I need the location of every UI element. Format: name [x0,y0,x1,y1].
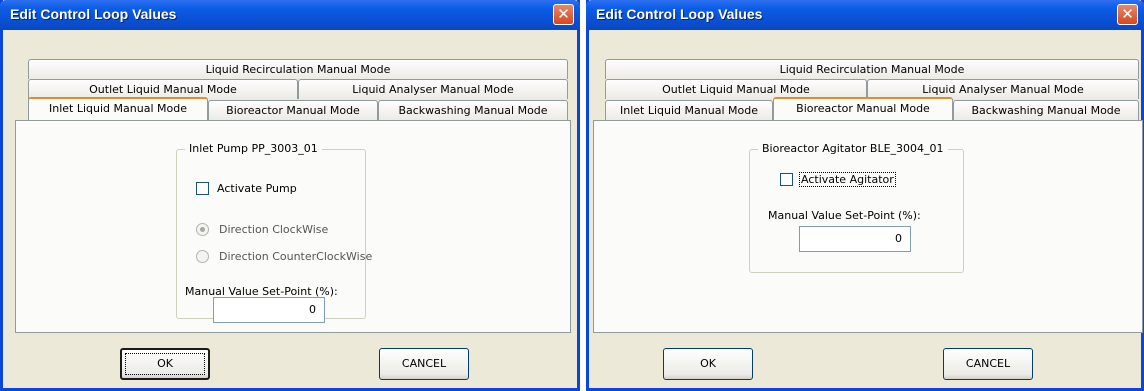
bioreactor-agitator-group: Bioreactor Agitator BLE_3004_01 Activate… [749,142,964,273]
title-bar[interactable]: Edit Control Loop Values ✕ [0,0,580,30]
direction-clockwise-radio[interactable] [196,223,209,236]
tab-backwashing[interactable]: Backwashing Manual Mode [378,100,568,120]
radio-selected-dot [200,227,205,232]
tab-panel: Bioreactor Agitator BLE_3004_01 Activate… [593,120,1143,333]
direction-counterclockwise-label[interactable]: Direction CounterClockWise [219,250,372,263]
tab-bioreactor[interactable]: Bioreactor Manual Mode [773,97,953,120]
title-bar[interactable]: Edit Control Loop Values ✕ [586,0,1144,30]
tab-inlet-liquid[interactable]: Inlet Liquid Manual Mode [28,97,208,120]
tab-outlet-liquid[interactable]: Outlet Liquid Manual Mode [605,79,867,99]
activate-pump-checkbox[interactable] [196,182,209,195]
tab-liquid-analyser[interactable]: Liquid Analyser Manual Mode [867,79,1139,99]
tab-inlet-liquid[interactable]: Inlet Liquid Manual Mode [605,100,773,120]
setpoint-input[interactable]: 0 [213,297,325,323]
tab-liquid-recirculation[interactable]: Liquid Recirculation Manual Mode [605,59,1139,79]
tab-bioreactor[interactable]: Bioreactor Manual Mode [208,100,378,120]
inlet-pump-group: Inlet Pump PP_3003_01 Activate Pump Dire… [176,142,372,319]
ok-button[interactable]: OK [120,348,210,380]
tab-liquid-analyser[interactable]: Liquid Analyser Manual Mode [298,79,568,99]
edit-control-loop-dialog-inlet: Edit Control Loop Values ✕ Liquid Recirc… [0,0,580,391]
setpoint-input[interactable]: 0 [799,226,911,252]
close-icon[interactable]: ✕ [1117,4,1138,25]
group-title: Inlet Pump PP_3003_01 [185,142,322,155]
group-title: Bioreactor Agitator BLE_3004_01 [758,142,948,155]
direction-counterclockwise-radio[interactable] [196,250,209,263]
tab-panel: Inlet Pump PP_3003_01 Activate Pump Dire… [15,120,571,333]
tab-outlet-liquid[interactable]: Outlet Liquid Manual Mode [28,79,298,99]
tab-backwashing[interactable]: Backwashing Manual Mode [953,100,1139,120]
ok-button-label: OK [125,353,205,375]
ok-button[interactable]: OK [663,348,753,380]
edit-control-loop-dialog-bioreactor: Edit Control Loop Values ✕ Liquid Recirc… [586,0,1144,391]
dialog-title: Edit Control Loop Values [596,6,763,22]
setpoint-label: Manual Value Set-Point (%): [768,209,921,222]
dialog-title: Edit Control Loop Values [10,6,177,22]
activate-pump-label[interactable]: Activate Pump [217,182,297,195]
cancel-button[interactable]: CANCEL [943,348,1033,380]
direction-clockwise-label[interactable]: Direction ClockWise [219,223,328,236]
close-icon[interactable]: ✕ [553,4,574,25]
cancel-button[interactable]: CANCEL [379,348,469,380]
tab-liquid-recirculation[interactable]: Liquid Recirculation Manual Mode [28,59,568,79]
activate-agitator-label[interactable]: Activate Agitator [799,172,896,187]
activate-agitator-checkbox[interactable] [780,173,793,186]
